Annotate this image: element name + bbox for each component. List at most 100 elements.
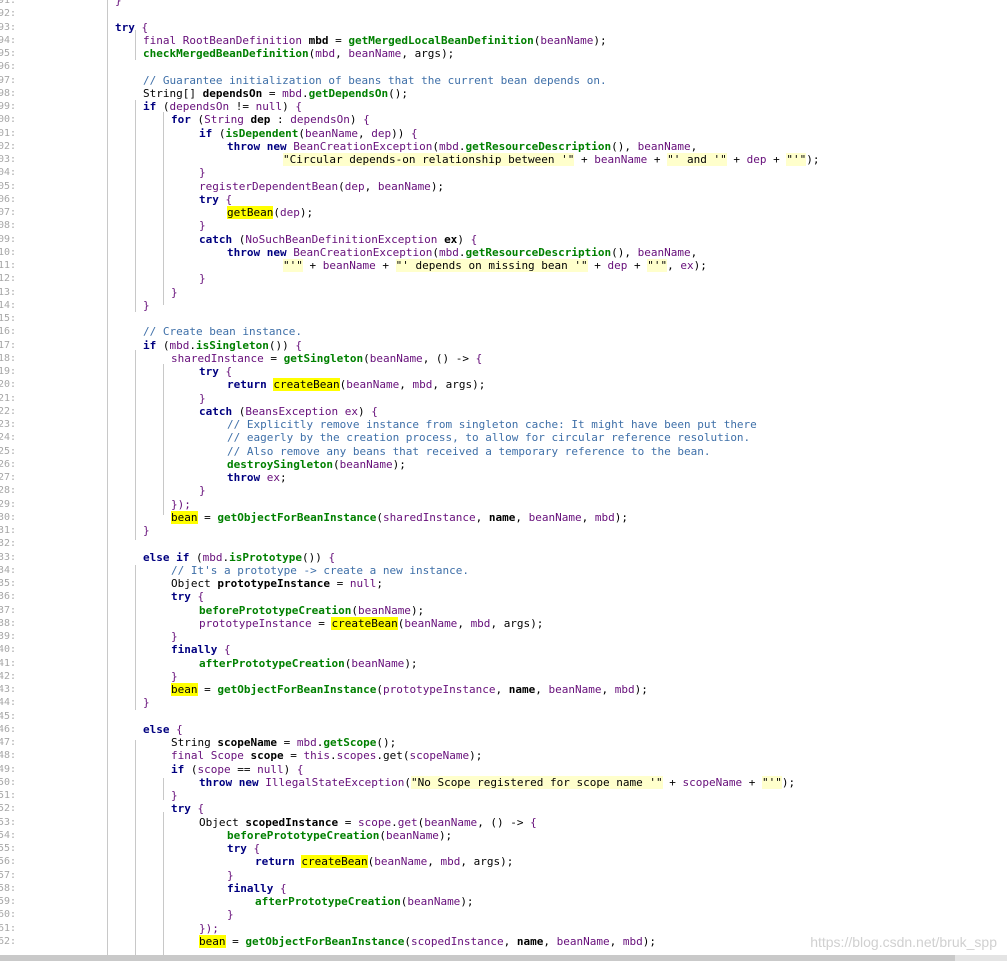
code-line[interactable]: 356: return createBean(beanName, mbd, arg…: [0, 855, 1007, 869]
code-token: dep: [344, 179, 365, 193]
code-line[interactable]: 299: if (dependsOn != null) {: [0, 100, 1007, 113]
scrollbar-thumb[interactable]: [0, 955, 955, 961]
code-line[interactable]: 291:}: [0, 0, 1007, 7]
code-line[interactable]: 324: // eagerly by the creation process, …: [0, 431, 1007, 444]
code-line[interactable]: 315:: [0, 312, 1007, 325]
code-line[interactable]: 306: try {: [0, 193, 1007, 206]
line-number: 357:: [0, 869, 17, 881]
code-line[interactable]: 346: else {: [0, 723, 1007, 736]
code-text: else {: [143, 723, 183, 736]
code-line[interactable]: 361:});: [0, 922, 1007, 935]
code-line[interactable]: 337: beforePrototypeCreation(beanName);: [0, 604, 1007, 617]
code-line[interactable]: 325: // Also remove any beans that receiv…: [0, 445, 1007, 458]
code-token: ,: [503, 934, 517, 948]
code-text: // Create bean instance.: [143, 325, 302, 338]
code-token: if: [143, 100, 163, 113]
line-number: 317:: [0, 339, 17, 351]
code-line[interactable]: 345:: [0, 710, 1007, 723]
code-line[interactable]: 297: // Guarantee initialization of beans…: [0, 74, 1007, 87]
code-line[interactable]: 340: finally {: [0, 643, 1007, 656]
code-token: beforePrototypeCreation: [199, 603, 352, 617]
code-token: });: [171, 497, 191, 511]
code-line[interactable]: 333:else if (mbd.isPrototype()) {: [0, 551, 1007, 564]
code-line[interactable]: 347: String scopeName = mbd.getScope();: [0, 736, 1007, 749]
code-line[interactable]: 323: // Explicitly remove instance from s…: [0, 418, 1007, 431]
code-token: Object: [171, 577, 218, 590]
code-line[interactable]: 305: registerDependentBean(dep, beanName)…: [0, 180, 1007, 193]
code-line[interactable]: 335: Object prototypeInstance = null;: [0, 577, 1007, 590]
code-token: );: [614, 510, 629, 524]
code-line[interactable]: 318: sharedInstance = getSingleton(beanNa…: [0, 352, 1007, 365]
code-line[interactable]: 294: final RootBeanDefinition mbd = getMe…: [0, 34, 1007, 47]
code-line[interactable]: 334: // It's a prototype -> create a new …: [0, 564, 1007, 577]
code-line[interactable]: 303: "Circular depends-on relationship be…: [0, 153, 1007, 166]
code-line[interactable]: 358: finally {: [0, 882, 1007, 895]
code-line[interactable]: 343: bean = getObjectForBeanInstance(prot…: [0, 683, 1007, 696]
code-line[interactable]: 357:}: [0, 869, 1007, 882]
code-line[interactable]: 301:if (isDependent(beanName, dep)) {: [0, 127, 1007, 140]
code-token: beanName: [637, 139, 691, 153]
code-token: getObjectForBeanInstance: [217, 510, 377, 524]
code-line[interactable]: 360:}: [0, 908, 1007, 921]
code-line[interactable]: 329:});: [0, 498, 1007, 511]
code-line[interactable]: 327: throw ex;: [0, 471, 1007, 484]
code-line[interactable]: 317: if (mbd.isSingleton()) {: [0, 339, 1007, 352]
code-editor[interactable]: 291:}292:293:try {294:final RootBeanDefi…: [0, 0, 1007, 961]
code-line[interactable]: 330: bean = getObjectForBeanInstance(shar…: [0, 510, 1007, 524]
code-line[interactable]: 296:: [0, 60, 1007, 73]
code-line[interactable]: 320: return createBean(beanName, mbd, arg…: [0, 378, 1007, 392]
code-line[interactable]: 350: throw new IllegalStateException("No …: [0, 775, 1007, 789]
code-token: mbd: [614, 683, 635, 696]
code-line[interactable]: 307: getBean(dep);: [0, 206, 1007, 219]
code-token: ): [282, 100, 296, 113]
code-line[interactable]: 292:: [0, 7, 1007, 20]
code-line[interactable]: 321:}: [0, 392, 1007, 405]
code-line[interactable]: 336: try {: [0, 590, 1007, 603]
code-line[interactable]: 309: catch (NoSuchBeanDefinitionException…: [0, 233, 1007, 246]
code-line[interactable]: 344:}: [0, 696, 1007, 709]
code-line[interactable]: 312:}: [0, 272, 1007, 285]
code-line[interactable]: 359: afterPrototypeCreation(beanName);: [0, 895, 1007, 908]
code-line[interactable]: 351:}: [0, 789, 1007, 802]
code-text: try {: [115, 21, 148, 34]
code-line[interactable]: 298: String[] dependsOn = mbd.getDependsO…: [0, 87, 1007, 100]
code-line[interactable]: 339:}: [0, 630, 1007, 643]
code-token: beanName: [348, 47, 402, 60]
line-number: 321:: [0, 392, 17, 404]
code-token: (: [332, 457, 340, 471]
code-line[interactable]: 302: throw new BeanCreationException(mbd.…: [0, 140, 1007, 153]
code-token: (: [338, 179, 345, 193]
code-line[interactable]: 313:}: [0, 286, 1007, 299]
code-line[interactable]: 352: try {: [0, 802, 1007, 815]
code-line[interactable]: 300: for (String dep : dependsOn) {: [0, 113, 1007, 126]
code-line[interactable]: 328:}: [0, 484, 1007, 497]
code-line[interactable]: 349: if (scope == null) {: [0, 763, 1007, 776]
code-line[interactable]: 353: Object scopedInstance = scope.get(be…: [0, 816, 1007, 829]
code-line[interactable]: 341: afterPrototypeCreation(beanName);: [0, 657, 1007, 670]
code-line[interactable]: 348:final Scope scope = this.scopes.get(…: [0, 749, 1007, 762]
code-text: bean = getObjectForBeanInstance(scopedIn…: [199, 934, 656, 948]
code-line[interactable]: 355: try {: [0, 842, 1007, 855]
code-token: dep: [371, 126, 392, 140]
code-line[interactable]: 311: "'" + beanName + "' depends on missi…: [0, 259, 1007, 272]
code-line[interactable]: 326: destroySingleton(beanName);: [0, 458, 1007, 471]
line-number: 305:: [0, 180, 17, 192]
code-line[interactable]: 354: beforePrototypeCreation(beanName);: [0, 829, 1007, 842]
code-line[interactable]: 304:}: [0, 166, 1007, 179]
code-token: ;: [280, 471, 287, 484]
code-line[interactable]: 293: try {: [0, 21, 1007, 34]
code-line[interactable]: 338: prototypeInstance = createBean(beanN…: [0, 616, 1007, 630]
code-line[interactable]: 322: catch (BeansException ex) {: [0, 405, 1007, 418]
code-line[interactable]: 319: try {: [0, 365, 1007, 378]
code-line[interactable]: 316: // Create bean instance.: [0, 325, 1007, 338]
code-line[interactable]: 331:}: [0, 524, 1007, 537]
code-token: }: [171, 285, 178, 299]
code-token: (),: [611, 245, 638, 259]
code-line[interactable]: 295: checkMergedBeanDefinition(mbd, beanN…: [0, 47, 1007, 60]
code-token: {: [371, 404, 378, 418]
code-line[interactable]: 314:}: [0, 299, 1007, 312]
code-line[interactable]: 310: throw new BeanCreationException(mbd.…: [0, 246, 1007, 259]
code-line[interactable]: 308:}: [0, 219, 1007, 232]
code-line[interactable]: 332:: [0, 537, 1007, 550]
code-line[interactable]: 342:}: [0, 670, 1007, 683]
